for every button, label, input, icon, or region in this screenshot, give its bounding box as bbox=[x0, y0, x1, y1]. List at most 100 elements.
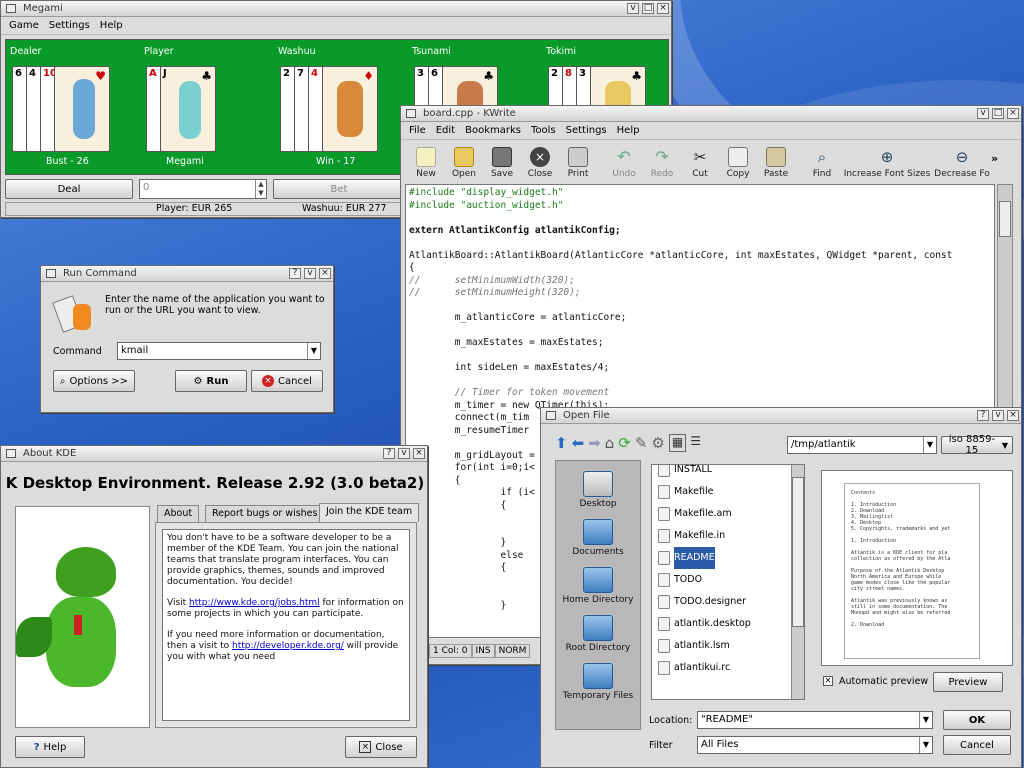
menu-help[interactable]: Help bbox=[100, 17, 123, 34]
maximize-button[interactable]: □ bbox=[992, 108, 1004, 119]
location-input[interactable]: "README" bbox=[697, 711, 933, 729]
close-dialog-button[interactable]: × Close bbox=[345, 736, 417, 758]
help-titlebar-button[interactable]: ? bbox=[977, 410, 989, 421]
help-button[interactable]: ? Help bbox=[15, 736, 85, 758]
menu-settings[interactable]: Settings bbox=[566, 122, 607, 139]
file-item[interactable]: atlantik.lsm bbox=[652, 635, 804, 657]
file-item[interactable]: TODO bbox=[652, 569, 804, 591]
detailed-view-icon[interactable]: ☰ bbox=[690, 434, 701, 452]
settings-icon[interactable]: ⚙ bbox=[651, 434, 664, 452]
chevron-down-icon[interactable]: ▼ bbox=[919, 712, 932, 728]
menu-settings[interactable]: Settings bbox=[49, 17, 90, 34]
decrease-font-button[interactable]: ⊖ Decrease Fo bbox=[933, 144, 991, 182]
file-item[interactable]: README bbox=[652, 547, 804, 569]
encoding-combo[interactable]: iso 8859-15 ▼ bbox=[941, 434, 1013, 456]
file-item[interactable]: atlantik.desktop bbox=[652, 613, 804, 635]
tab-about[interactable]: About bbox=[157, 505, 200, 522]
close-button[interactable]: × bbox=[1007, 410, 1019, 421]
close-button[interactable]: × bbox=[657, 3, 669, 14]
bet-spinbox[interactable]: 0 bbox=[139, 179, 267, 199]
help-titlebar-button[interactable]: ? bbox=[383, 448, 395, 459]
menu-file[interactable]: File bbox=[409, 122, 426, 139]
run-button[interactable]: ⚙ Run bbox=[175, 370, 247, 392]
close-file-button[interactable]: × Close bbox=[521, 144, 559, 182]
jobs-link[interactable]: http://www.kde.org/jobs.html bbox=[189, 598, 320, 608]
short-view-icon[interactable]: ▦ bbox=[668, 434, 687, 452]
close-button[interactable]: × bbox=[319, 268, 331, 279]
run-titlebar[interactable]: Run Command ? v × bbox=[41, 266, 333, 282]
filter-combo[interactable]: All Files bbox=[697, 736, 933, 754]
new-folder-icon[interactable]: ✎ bbox=[635, 434, 648, 452]
place-home[interactable]: Home Directory bbox=[556, 567, 640, 605]
place-desktop[interactable]: Desktop bbox=[556, 471, 640, 509]
find-button[interactable]: ⌕ Find bbox=[803, 144, 841, 182]
increase-font-button[interactable]: ⊕ Increase Font Sizes bbox=[841, 144, 933, 182]
place-root[interactable]: Root Directory bbox=[556, 615, 640, 653]
save-button[interactable]: Save bbox=[483, 144, 521, 182]
print-button[interactable]: Print bbox=[559, 144, 597, 182]
openfile-titlebar[interactable]: Open File ? v × bbox=[541, 408, 1021, 424]
bet-button[interactable]: Bet bbox=[273, 179, 405, 199]
minimize-button[interactable]: v bbox=[992, 410, 1004, 421]
close-button[interactable]: × bbox=[1007, 108, 1019, 119]
menu-bookmarks[interactable]: Bookmarks bbox=[465, 122, 521, 139]
window-menu-icon[interactable] bbox=[6, 4, 16, 13]
menu-help[interactable]: Help bbox=[617, 122, 640, 139]
back-arrow-icon[interactable]: ⬅ bbox=[572, 434, 585, 452]
toolbar-overflow-icon[interactable]: » bbox=[991, 144, 998, 182]
developer-link[interactable]: http://developer.kde.org/ bbox=[232, 641, 344, 651]
ok-button[interactable]: OK bbox=[943, 710, 1011, 730]
path-combo[interactable]: /tmp/atlantik bbox=[787, 436, 937, 454]
deal-button[interactable]: Deal bbox=[5, 179, 133, 199]
reload-icon[interactable]: ⟳ bbox=[618, 434, 631, 452]
file-item[interactable]: INSTALL bbox=[652, 465, 804, 481]
file-item[interactable]: Makefile bbox=[652, 481, 804, 503]
place-documents[interactable]: Documents bbox=[556, 519, 640, 557]
preview-button[interactable]: Preview bbox=[933, 672, 1003, 692]
tab-join-team[interactable]: Join the KDE team bbox=[319, 503, 420, 522]
chevron-down-icon[interactable]: ▼ bbox=[919, 737, 932, 753]
cut-button[interactable]: ✂ Cut bbox=[681, 144, 719, 182]
file-item[interactable]: TODO.designer bbox=[652, 591, 804, 613]
window-menu-icon[interactable] bbox=[6, 449, 16, 458]
up-arrow-icon[interactable]: ⬆ bbox=[555, 434, 568, 452]
spin-arrows-icon[interactable]: ▲ ▼ bbox=[255, 180, 266, 198]
minimize-button[interactable]: v bbox=[304, 268, 316, 279]
options-button[interactable]: ⌕ Options >> bbox=[53, 370, 135, 392]
redo-button[interactable]: ↷ Redo bbox=[643, 144, 681, 182]
paste-button[interactable]: Paste bbox=[757, 144, 795, 182]
cancel-button[interactable]: × Cancel bbox=[251, 370, 323, 392]
help-titlebar-button[interactable]: ? bbox=[289, 268, 301, 279]
filelist-scrollbar[interactable] bbox=[791, 465, 804, 699]
tab-report-bugs[interactable]: Report bugs or wishes bbox=[205, 505, 325, 522]
chevron-down-icon[interactable]: ▼ bbox=[307, 343, 320, 359]
new-button[interactable]: New bbox=[407, 144, 445, 182]
minimize-button[interactable]: v bbox=[398, 448, 410, 459]
scrollbar-thumb[interactable] bbox=[792, 477, 804, 627]
chevron-down-icon[interactable]: ▼ bbox=[923, 437, 936, 453]
open-button[interactable]: Open bbox=[445, 144, 483, 182]
file-item[interactable]: Makefile.in bbox=[652, 525, 804, 547]
window-menu-icon[interactable] bbox=[46, 269, 56, 278]
home-icon[interactable]: ⌂ bbox=[605, 434, 615, 452]
minimize-button[interactable]: v bbox=[627, 3, 639, 14]
auto-preview-checkbox[interactable]: ✕ bbox=[823, 676, 833, 686]
forward-arrow-icon[interactable]: ➡ bbox=[588, 434, 601, 452]
minimize-button[interactable]: v bbox=[977, 108, 989, 119]
window-menu-icon[interactable] bbox=[546, 411, 556, 420]
copy-button[interactable]: Copy bbox=[719, 144, 757, 182]
file-item[interactable]: atlantikui.rc bbox=[652, 657, 804, 679]
file-item[interactable]: Makefile.am bbox=[652, 503, 804, 525]
command-input[interactable]: kmail bbox=[117, 342, 321, 360]
megami-titlebar[interactable]: Megami v □ × bbox=[1, 1, 671, 17]
place-temp[interactable]: Temporary Files bbox=[556, 663, 640, 701]
close-button[interactable]: × bbox=[413, 448, 425, 459]
maximize-button[interactable]: □ bbox=[642, 3, 654, 14]
menu-game[interactable]: Game bbox=[9, 17, 39, 34]
about-titlebar[interactable]: About KDE ? v × bbox=[1, 446, 427, 462]
window-menu-icon[interactable] bbox=[406, 109, 416, 118]
scrollbar-thumb[interactable] bbox=[999, 201, 1011, 237]
undo-button[interactable]: ↶ Undo bbox=[605, 144, 643, 182]
cancel-button[interactable]: Cancel bbox=[943, 735, 1011, 755]
menu-tools[interactable]: Tools bbox=[531, 122, 556, 139]
